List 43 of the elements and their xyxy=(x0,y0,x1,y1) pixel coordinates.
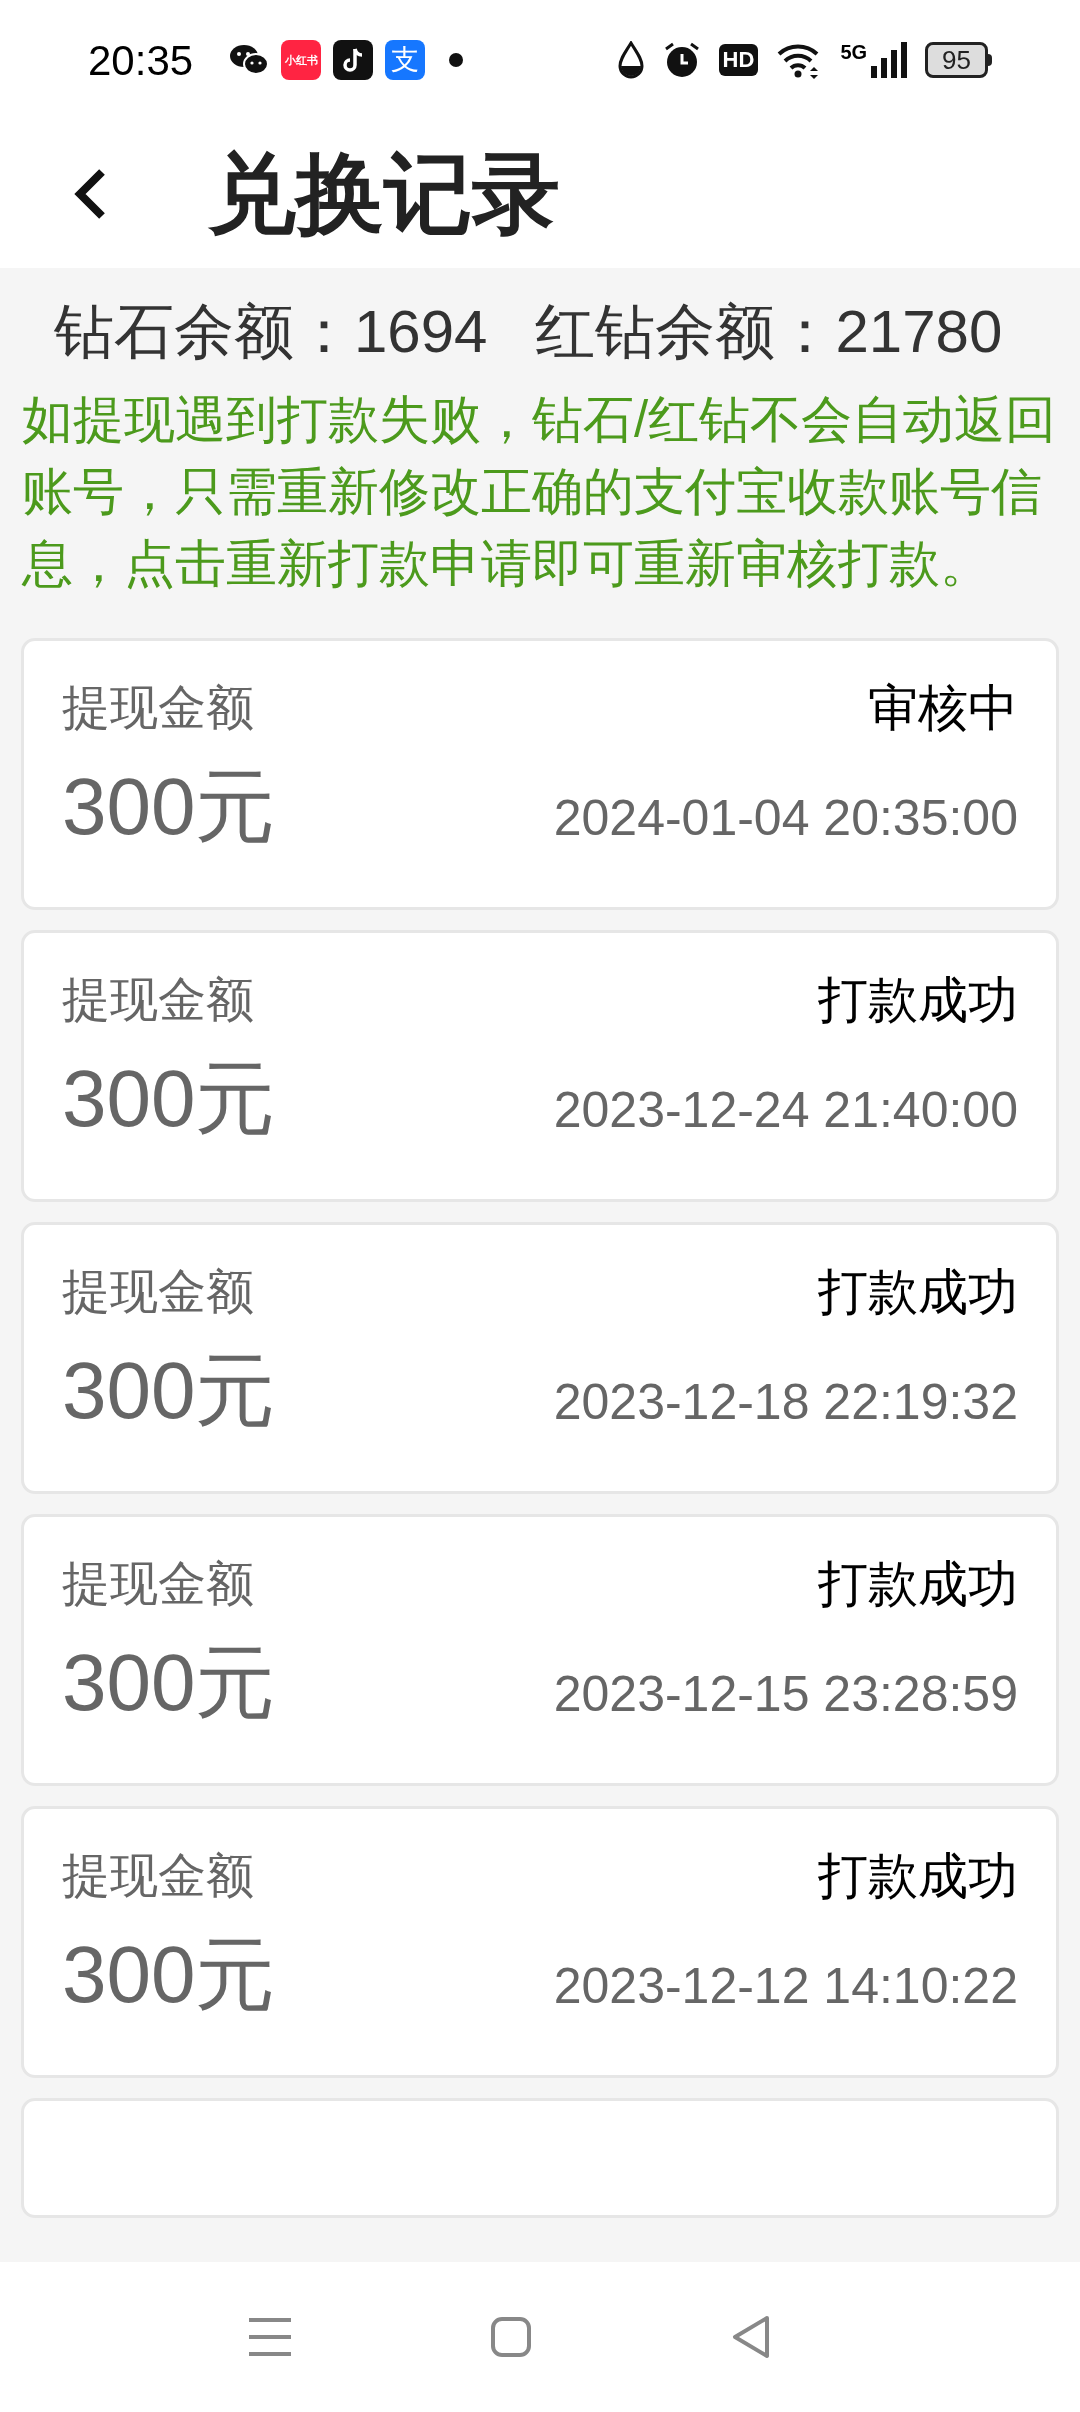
network-type: 5G xyxy=(840,42,868,62)
hd-badge: HD xyxy=(718,44,759,76)
status-text: 打款成功 xyxy=(818,1267,1018,1317)
amount-label: 提现金额 xyxy=(62,1852,254,1900)
amount-value: 300元 xyxy=(62,1059,276,1139)
record-time: 2023-12-15 23:28:59 xyxy=(553,1669,1018,1723)
record-time: 2024-01-04 20:35:00 xyxy=(553,793,1018,847)
page-title: 兑换记录 xyxy=(208,150,560,238)
amount-value: 300元 xyxy=(62,1351,276,1431)
status-text: 打款成功 xyxy=(818,1559,1018,1609)
drop-icon xyxy=(616,41,645,79)
signal-icon xyxy=(871,42,908,78)
balance-text: 钻石余额：1694 xyxy=(54,302,488,362)
balance-text: 红钻余额：21780 xyxy=(535,302,1003,362)
record-card[interactable]: 提现金额 打款成功 300元 2023-12-18 22:19:32 xyxy=(21,1222,1059,1494)
amount-value: 300元 xyxy=(62,1935,276,2015)
app-icon: 小红书 xyxy=(281,40,322,80)
amount-value: 300元 xyxy=(62,767,276,847)
alarm-clock-icon xyxy=(662,41,701,79)
status-text: 打款成功 xyxy=(818,975,1018,1025)
record-time: 2023-12-18 22:19:32 xyxy=(553,1377,1018,1431)
menu-icon[interactable] xyxy=(249,2317,291,2357)
amount-label: 提现金额 xyxy=(62,684,254,732)
battery-indicator: 95 xyxy=(925,42,992,78)
record-card[interactable]: 提现金额 打款成功 300元 2023-12-24 21:40:00 xyxy=(21,930,1059,1202)
music-note-icon xyxy=(333,40,374,80)
home-square-icon[interactable] xyxy=(491,2317,531,2357)
status-time: 20:35 xyxy=(88,35,194,86)
record-time: 2023-12-12 14:10:22 xyxy=(553,1961,1018,2015)
amount-label: 提现金额 xyxy=(62,976,254,1024)
record-card[interactable]: 提现金额 打款成功 300元 2023-12-12 14:10:22 xyxy=(21,1806,1059,2078)
notice-text: 如提现遇到打款失败，钻石/红钻不会自动返回账号，只需重新修改正确的支付宝收款账号信息，点击重新打款申请即可重新审核打款。 xyxy=(20,390,1058,594)
record-time: 2023-12-24 21:40:00 xyxy=(553,1085,1018,1139)
back-triangle-icon[interactable] xyxy=(731,2315,771,2359)
dot-icon xyxy=(449,53,464,67)
amount-value: 300元 xyxy=(62,1643,276,1723)
amount-label: 提现金额 xyxy=(62,1560,254,1608)
status-text: 审核中 xyxy=(868,683,1018,733)
record-card[interactable]: 提现金额 打款成功 300元 2023-12-15 23:28:59 xyxy=(21,1514,1059,1786)
amount-label: 提现金额 xyxy=(62,1268,254,1316)
status-text: 打款成功 xyxy=(818,1851,1018,1901)
record-card[interactable]: 提现金额 审核中 300元 2024-01-04 20:35:00 xyxy=(21,638,1059,910)
app-icon: 支 xyxy=(385,40,426,80)
